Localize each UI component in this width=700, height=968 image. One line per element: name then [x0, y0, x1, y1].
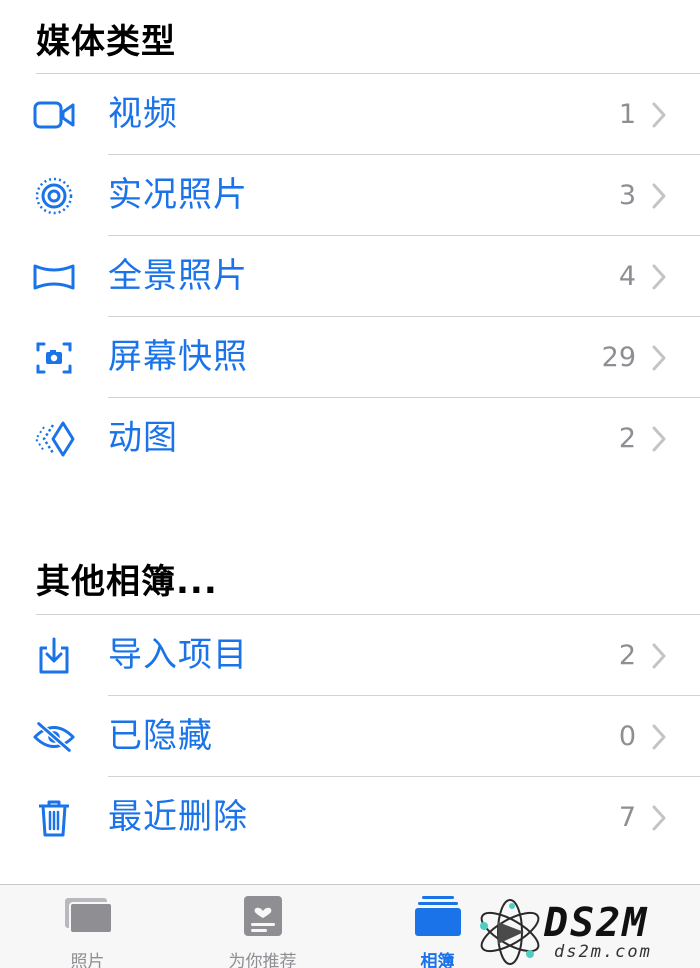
row-recently-deleted[interactable]: 最近删除 7	[0, 777, 700, 858]
row-animated[interactable]: 动图 2	[0, 398, 700, 479]
trash-icon	[32, 796, 76, 840]
other-albums-heading: 其他相簿...	[36, 562, 218, 602]
row-count: 2	[618, 640, 636, 671]
watermark: DS2M ds2m.com	[472, 896, 700, 968]
row-count: 2	[618, 423, 636, 454]
row-label: 最近删除	[108, 797, 248, 837]
live-photo-icon	[32, 174, 76, 218]
row-video[interactable]: 视频 1	[0, 74, 700, 155]
panorama-icon	[32, 255, 76, 299]
albums-tab-icon	[414, 895, 462, 941]
chevron-right-icon	[652, 264, 666, 290]
chevron-right-icon	[652, 102, 666, 128]
row-hidden[interactable]: 已隐藏 0	[0, 696, 700, 777]
video-icon	[32, 93, 76, 137]
row-screenshots[interactable]: 屏幕快照 29	[0, 317, 700, 398]
row-panoramas[interactable]: 全景照片 4	[0, 236, 700, 317]
for-you-tab-icon	[243, 895, 283, 941]
tab-photos[interactable]: 照片	[0, 885, 175, 968]
hidden-eye-icon	[32, 715, 76, 759]
chevron-right-icon	[652, 426, 666, 452]
animated-icon	[32, 417, 76, 461]
screenshot-icon	[32, 336, 76, 380]
import-icon	[32, 634, 76, 678]
row-count: 1	[618, 99, 636, 130]
chevron-right-icon	[652, 643, 666, 669]
row-count: 3	[618, 180, 636, 211]
row-count: 7	[618, 802, 636, 833]
atom-logo-icon	[480, 899, 540, 965]
watermark-subtext: ds2m.com	[554, 942, 652, 962]
row-label: 屏幕快照	[108, 337, 248, 377]
row-label: 导入项目	[108, 635, 248, 675]
photos-tab-icon	[62, 895, 114, 939]
chevron-right-icon	[652, 183, 666, 209]
row-imports[interactable]: 导入项目 2	[0, 615, 700, 696]
row-label: 已隐藏	[108, 716, 213, 756]
tab-label: 为你推荐	[228, 952, 297, 968]
chevron-right-icon	[652, 345, 666, 371]
media-types-heading: 媒体类型	[36, 22, 176, 62]
row-live-photos[interactable]: 实况照片 3	[0, 155, 700, 236]
row-count: 4	[618, 261, 636, 292]
row-label: 全景照片	[108, 256, 248, 296]
chevron-right-icon	[652, 724, 666, 750]
row-count: 29	[601, 342, 636, 373]
tab-label: 照片	[70, 952, 105, 968]
watermark-text: DS2M	[544, 900, 649, 946]
row-count: 0	[618, 721, 636, 752]
row-label: 视频	[108, 94, 178, 134]
row-label: 实况照片	[108, 175, 248, 215]
chevron-right-icon	[652, 805, 666, 831]
tab-for-you[interactable]: 为你推荐	[175, 885, 350, 968]
row-label: 动图	[108, 418, 178, 458]
